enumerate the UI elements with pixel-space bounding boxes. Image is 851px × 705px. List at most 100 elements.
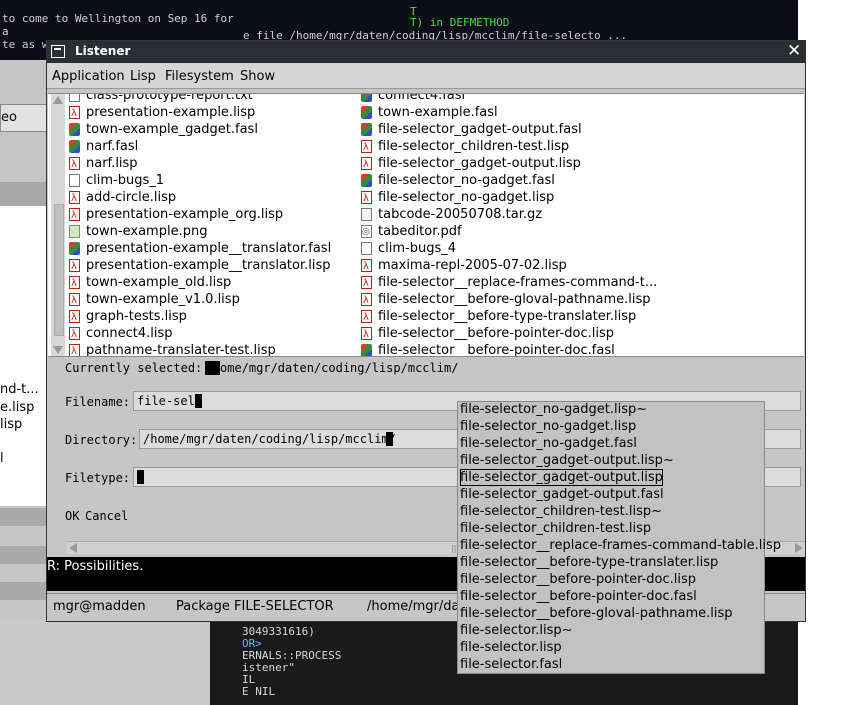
menu-show[interactable]: Show [240,69,275,84]
fasl-file-icon [361,123,372,136]
bg-row: nd-t... [0,382,39,397]
menu-lisp[interactable]: Lisp [130,69,156,84]
fasl-file-icon [361,174,372,187]
scroll-left-icon[interactable] [69,543,77,553]
interactor-scrollbar[interactable] [50,359,64,549]
completion-item[interactable]: file-selector.fasl [460,656,562,673]
lisp-file-icon [69,309,80,326]
completion-popup: file-selector_no-gadget.lisp~ file-select… [457,401,781,674]
file-name: file-selector_gadget-output.lisp [378,156,581,171]
completion-item[interactable]: file-selector_no-gadget.lisp [460,418,636,435]
fasl-file-icon [69,123,80,136]
title-bar[interactable]: Listener ✕ [47,41,805,63]
file-name: file-selector_no-gadget.fasl [378,173,555,188]
file-name: file-selector__before-pointer-doc.fasl [378,343,615,357]
completion-item[interactable]: file-selector_no-gadget.fasl [460,435,637,452]
file-name: file-selector__before-pointer-doc.lisp [378,326,615,341]
bg-text-line: IL [242,673,256,686]
text-caret [386,432,393,446]
lisp-file-icon [69,326,80,343]
window-menu-icon[interactable] [51,45,65,58]
lisp-file-icon [69,292,80,309]
filename-value: file-sel [137,394,195,408]
completion-item[interactable]: file-selector_children-test.lisp~ [460,503,662,520]
file-name: file-selector__before-type-translater.li… [378,309,637,324]
file-name: add-circle.lisp [86,190,177,205]
bg-row: l [0,451,4,466]
file-name: graph-tests.lisp [86,309,187,324]
scrollbar-thumb[interactable] [54,204,64,336]
fasl-file-icon [361,106,372,119]
menu-filesystem[interactable]: Filesystem [165,69,234,84]
scroll-down-icon[interactable] [53,346,63,354]
directory-value: /home/mgr/daten/coding/lisp/mcclim/ [143,432,396,446]
lisp-file-icon [69,156,80,173]
status-package: Package FILE-SELECTOR [176,599,334,614]
file-name: file-selector_children-test.lisp [378,139,570,154]
lisp-file-icon [69,207,80,224]
completion-item[interactable]: file-selector.lisp~ [460,622,573,639]
bg-row: e.lisp [0,400,35,415]
file-name: pathname-translater-test.lisp [86,343,276,357]
completion-item[interactable]: file-selector_no-gadget.lisp~ [460,401,647,418]
file-name: town-example.fasl [378,105,498,120]
status-path: /home/mgr/dat [367,599,465,614]
png-file-icon [69,225,80,238]
scroll-up-icon[interactable] [53,96,63,104]
lisp-file-icon [69,258,80,275]
plain-file-icon [69,94,80,102]
currently-selected-label: Currently selected: [65,361,203,375]
completion-item[interactable]: file-selector__replace-frames-command-ta… [460,537,781,554]
bg-row: lisp [0,417,23,432]
bg-band [0,508,48,526]
bg-text-line: E NIL [242,685,276,698]
filetype-label: Filetype: [65,471,131,485]
file-name: presentation-example__translator.lisp [86,258,331,273]
bg-text-green: T) in DEFMETHOD [410,16,510,29]
pdf-file-icon [361,224,372,241]
ok-button[interactable]: OK [65,509,79,523]
menu-application[interactable]: Application [52,69,125,84]
completion-item[interactable]: file-selector__before-pointer-doc.lisp [460,571,696,588]
bg-button: eo [0,104,50,132]
completion-item[interactable]: file-selector_children-test.lisp [460,520,651,537]
completion-item[interactable]: file-selector_gadget-output.lisp [460,469,663,486]
bg-band [0,182,48,206]
file-name: town-example_old.lisp [86,275,232,290]
file-name: town-example.png [86,224,208,239]
filename-label: Filename: [65,395,131,409]
fasl-file-icon [69,140,80,153]
file-name: maxima-repl-2005-07-02.lisp [378,258,567,273]
fasl-file-icon [69,242,80,255]
selection-cursor [205,361,220,375]
completion-item[interactable]: file-selector__before-pointer-doc.fasl [460,588,697,605]
file-name: clim-bugs_1 [86,173,165,188]
file-name: narf.fasl [86,139,139,154]
file-name: class-prototype-report.txt [86,93,253,103]
file-name: town-example_gadget.fasl [86,122,258,137]
scroll-right-icon[interactable] [795,543,803,553]
background-window-left: eo nd-t... e.lisp lisp l [0,60,50,705]
file-name: file-selector__before-gloval-pathname.li… [378,292,651,307]
completion-item[interactable]: file-selector__before-gloval-pathname.li… [460,605,733,622]
cancel-button[interactable]: Cancel [85,509,128,523]
completion-item[interactable]: file-selector_gadget-output.fasl [460,486,664,503]
background-window-lower-left [0,620,210,705]
close-icon[interactable]: ✕ [787,41,801,61]
lisp-file-icon [361,139,372,156]
file-name: connect4.fasl [378,93,466,103]
file-name: presentation-example.lisp [86,105,256,120]
status-user: mgr@madden [53,599,146,614]
file-name: connect4.lisp [86,326,173,341]
fasl-file-icon [361,344,372,356]
lisp-file-icon [361,156,372,173]
file-name: town-example_v1.0.lisp [86,292,240,307]
completion-item[interactable]: file-selector__before-type-translater.li… [460,554,718,571]
bg-band [0,582,48,600]
file-list-scrollbar[interactable] [51,94,65,356]
lisp-file-icon [361,292,372,309]
completion-item[interactable]: file-selector.lisp [460,639,562,656]
file-name: tabcode-20050708.tar.gz [378,207,543,222]
completion-item[interactable]: file-selector_gadget-output.lisp~ [460,452,674,469]
currently-selected-value[interactable]: ome/mgr/daten/coding/lisp/mcclim/ [220,361,458,375]
